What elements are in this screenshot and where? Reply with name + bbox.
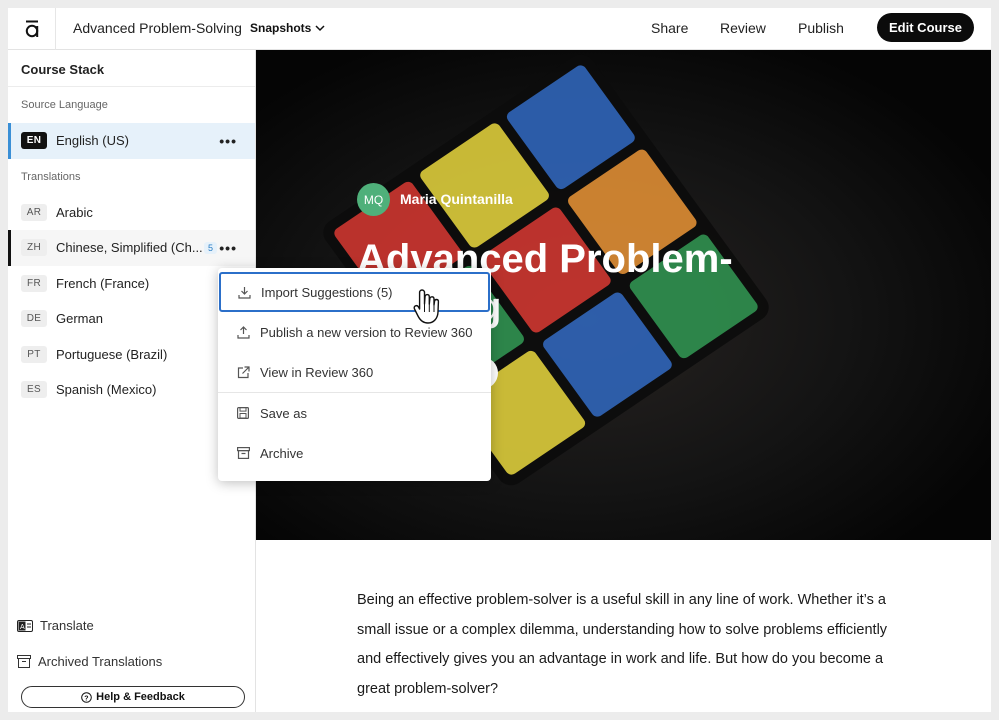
language-context-menu: Import Suggestions (5) Publish a new ver…	[218, 268, 491, 481]
snapshots-dropdown[interactable]: Snapshots	[250, 21, 325, 35]
archive-icon	[236, 446, 250, 460]
publish-review-label: Publish a new version to Review 360	[260, 324, 473, 340]
svg-text:?: ?	[84, 695, 88, 702]
view-review-label: View in Review 360	[260, 364, 374, 380]
language-name: French (France)	[56, 275, 150, 291]
language-name: German	[56, 311, 103, 327]
svg-text:A: A	[20, 624, 25, 631]
archive-item[interactable]: Archive	[218, 433, 491, 473]
app-window: Advanced Problem-Solving Snapshots Share…	[8, 8, 991, 712]
help-icon: ?	[81, 691, 92, 703]
translations-heading: Translations	[21, 170, 81, 183]
language-code: AR	[21, 203, 47, 221]
translate-button[interactable]: A Translate	[17, 618, 94, 633]
import-suggestions-item[interactable]: Import Suggestions (5)	[219, 272, 490, 312]
language-code: EN	[21, 132, 47, 150]
import-suggestions-label: Import Suggestions (5)	[261, 284, 393, 300]
archive-icon	[17, 655, 31, 668]
source-language-heading: Source Language	[21, 99, 108, 111]
language-name: Arabic	[56, 204, 93, 220]
snapshots-label: Snapshots	[250, 21, 312, 35]
external-link-icon	[236, 365, 250, 379]
view-review-item[interactable]: View in Review 360	[218, 352, 491, 392]
save-as-item[interactable]: Save as	[218, 393, 491, 433]
language-code: FR	[21, 274, 47, 292]
top-bar: Advanced Problem-Solving Snapshots Share…	[8, 8, 991, 50]
language-item-en[interactable]: EN English (US) •••	[8, 123, 255, 159]
save-as-label: Save as	[260, 405, 307, 421]
review-button[interactable]: Review	[720, 20, 766, 36]
help-feedback-button[interactable]: ? Help & Feedback	[21, 686, 245, 708]
chevron-down-icon	[315, 24, 325, 31]
save-icon	[236, 406, 250, 420]
course-title: Advanced Problem-Solving	[73, 20, 242, 36]
sidebar-title: Course Stack	[8, 50, 255, 87]
share-button[interactable]: Share	[651, 20, 688, 36]
publish-review-item[interactable]: Publish a new version to Review 360	[218, 312, 491, 352]
edit-course-button[interactable]: Edit Course	[877, 13, 974, 42]
language-name: Portuguese (Brazil)	[56, 346, 168, 362]
language-code: ES	[21, 381, 47, 399]
archived-translations-button[interactable]: Archived Translations	[17, 654, 162, 669]
language-code: ZH	[21, 239, 47, 257]
upload-icon	[236, 325, 250, 339]
language-item-zh[interactable]: ZH Chinese, Simplified (Ch... 5 •••	[8, 230, 255, 266]
app-logo[interactable]	[8, 8, 56, 50]
translate-label: Translate	[40, 618, 94, 633]
hand-cursor-icon	[413, 289, 440, 324]
article-paragraph: Being an effective problem-solver is a u…	[357, 592, 888, 697]
publish-button[interactable]: Publish	[798, 20, 844, 36]
language-code: PT	[21, 345, 47, 363]
download-icon	[237, 285, 251, 299]
help-feedback-label: Help & Feedback	[96, 691, 185, 703]
language-name: Spanish (Mexico)	[56, 382, 157, 398]
suggestions-count-badge: 5	[203, 241, 217, 254]
more-options-icon[interactable]: •••	[219, 240, 237, 256]
language-name: Chinese, Simplified (Ch...	[56, 240, 203, 256]
archive-label: Archive	[260, 445, 304, 461]
author-name: Maria Quintanilla	[400, 191, 513, 207]
more-options-icon[interactable]: •••	[219, 133, 237, 149]
language-code: DE	[21, 310, 47, 328]
translate-icon: A	[17, 619, 33, 632]
language-name: English (US)	[56, 133, 129, 149]
language-item-ar[interactable]: AR Arabic	[8, 195, 255, 231]
author-avatar: MQ	[357, 183, 390, 216]
logo-icon	[25, 20, 38, 38]
archived-translations-label: Archived Translations	[38, 654, 163, 669]
